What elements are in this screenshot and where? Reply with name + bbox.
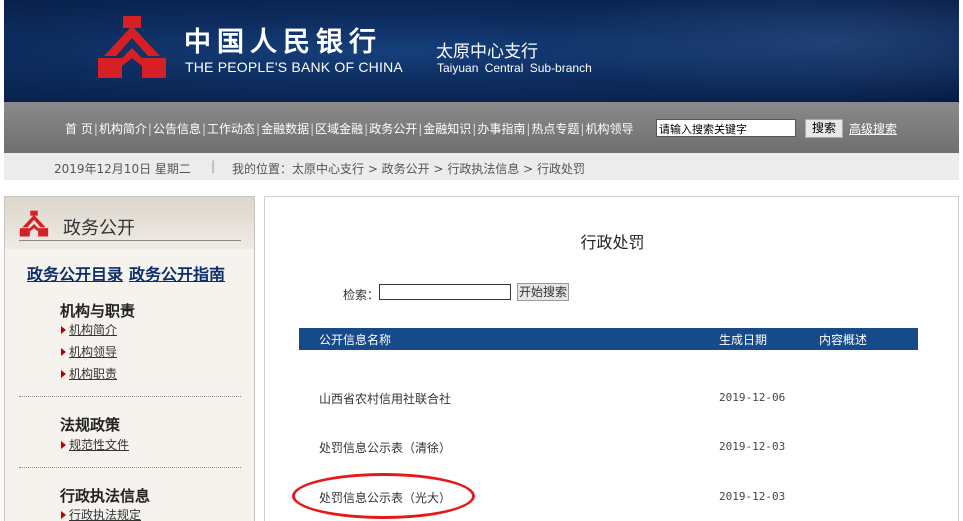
nav-item-hot-topics[interactable]: 热点专题	[530, 120, 580, 137]
row-date: 2019-12-03	[719, 490, 786, 503]
column-header-date: 生成日期	[719, 333, 768, 347]
sidebar-top-links: 政务公开目录 政务公开指南	[27, 261, 231, 285]
pboc-logo-icon[interactable]	[96, 14, 168, 82]
branch-name-en: Taiyuan Central Sub-branch	[437, 61, 592, 75]
nav-item-regional-finance[interactable]: 区域金融	[314, 120, 364, 137]
nav-item-notices[interactable]: 公告信息	[152, 120, 202, 137]
advanced-search-link[interactable]: 高级搜索	[849, 120, 897, 137]
highlight-circle	[292, 473, 475, 519]
nav-item-financial-data[interactable]: 金融数据	[260, 120, 310, 137]
sidebar-title-rule	[19, 240, 241, 241]
nav-item-government-affairs[interactable]: 政务公开	[368, 120, 418, 137]
nav-item-news[interactable]: 工作动态	[206, 120, 256, 137]
left-sidebar: 政务公开 政务公开目录 政务公开指南 机构与职责 机构简介 机构领导 机构职责 法…	[4, 196, 255, 521]
main-nav-bar: 首 页 | 机构简介 | 公告信息 | 工作动态 | 金融数据 | 区域金融 | 政务公开 |…	[4, 102, 959, 153]
bank-name-en: THE PEOPLE'S BANK OF CHINA	[185, 59, 403, 75]
sidebar-section-title: 行政执法信息	[60, 487, 151, 505]
breadcrumb-divider: |	[211, 159, 216, 173]
sidebar-item-org-duties[interactable]: 机构职责	[61, 365, 117, 382]
branch-name-cn: 太原中心支行	[436, 42, 538, 62]
search-label: 检索：	[343, 288, 380, 302]
bullet-arrow-icon	[61, 441, 66, 449]
sidebar-link-guide[interactable]: 政务公开指南	[129, 265, 225, 284]
row-title-link[interactable]: 山西省农村信用社联合社	[319, 390, 451, 407]
breadcrumb[interactable]: 我的位置：太原中心支行 > 政务公开 > 行政执法信息 > 行政处罚	[232, 160, 585, 177]
breadcrumb-bar: 2019年12月10日 星期二 | 我的位置：太原中心支行 > 政务公开 > 行…	[4, 153, 959, 180]
site-search-button[interactable]: 搜索	[805, 119, 843, 138]
sidebar-item-enforcement-rules[interactable]: 行政执法规定	[61, 506, 141, 521]
nav-item-leadership[interactable]: 机构领导	[584, 120, 634, 137]
bullet-arrow-icon	[61, 370, 66, 378]
sidebar-divider	[19, 467, 241, 468]
nav-item-about[interactable]: 机构简介	[98, 120, 148, 137]
sidebar-section-title: 机构与职责	[60, 302, 136, 320]
banner-glow	[539, 0, 959, 102]
sidebar-header: 政务公开	[5, 197, 254, 249]
pboc-logo-icon	[19, 210, 49, 237]
bank-name-cn: 中国人民银行	[184, 27, 382, 58]
start-search-button[interactable]: 开始搜索	[517, 283, 569, 301]
column-header-name: 公开信息名称	[319, 333, 392, 347]
current-date: 2019年12月10日 星期二	[54, 162, 191, 176]
search-input[interactable]	[379, 284, 511, 300]
site-search-input[interactable]: 请输入搜索关键字	[656, 119, 796, 137]
nav-item-home[interactable]: 首 页	[64, 120, 94, 137]
sidebar-item-normative-docs[interactable]: 规范性文件	[61, 436, 129, 453]
row-date: 2019-12-06	[719, 391, 786, 404]
nav-item-financial-knowledge[interactable]: 金融知识	[422, 120, 472, 137]
sidebar-title: 政务公开	[63, 218, 135, 239]
page-title: 行政处罚	[580, 233, 645, 252]
sidebar-link-catalog[interactable]: 政务公开目录	[27, 265, 123, 284]
nav-item-service-guide[interactable]: 办事指南	[476, 120, 526, 137]
row-date: 2019-12-03	[719, 440, 786, 453]
bullet-arrow-icon	[61, 511, 66, 519]
sidebar-item-org-intro[interactable]: 机构简介	[61, 321, 117, 338]
row-title-link[interactable]: 处罚信息公示表（清徐）	[319, 439, 451, 456]
table-header: 公开信息名称 生成日期 内容概述	[299, 328, 918, 350]
sidebar-divider	[19, 396, 241, 397]
sidebar-section-title: 法规政策	[60, 416, 121, 434]
bullet-arrow-icon	[61, 326, 66, 334]
main-content-panel: 行政处罚 检索： 开始搜索 公开信息名称 生成日期 内容概述 山西省农村信用社联…	[264, 196, 959, 521]
main-nav: 首 页 | 机构简介 | 公告信息 | 工作动态 | 金融数据 | 区域金融 | 政务公开 |…	[64, 120, 634, 137]
bullet-arrow-icon	[61, 348, 66, 356]
column-header-summary: 内容概述	[819, 333, 868, 347]
sidebar-item-org-leaders[interactable]: 机构领导	[61, 343, 117, 360]
header-banner: 中国人民银行 THE PEOPLE'S BANK OF CHINA 太原中心支行…	[4, 0, 959, 102]
